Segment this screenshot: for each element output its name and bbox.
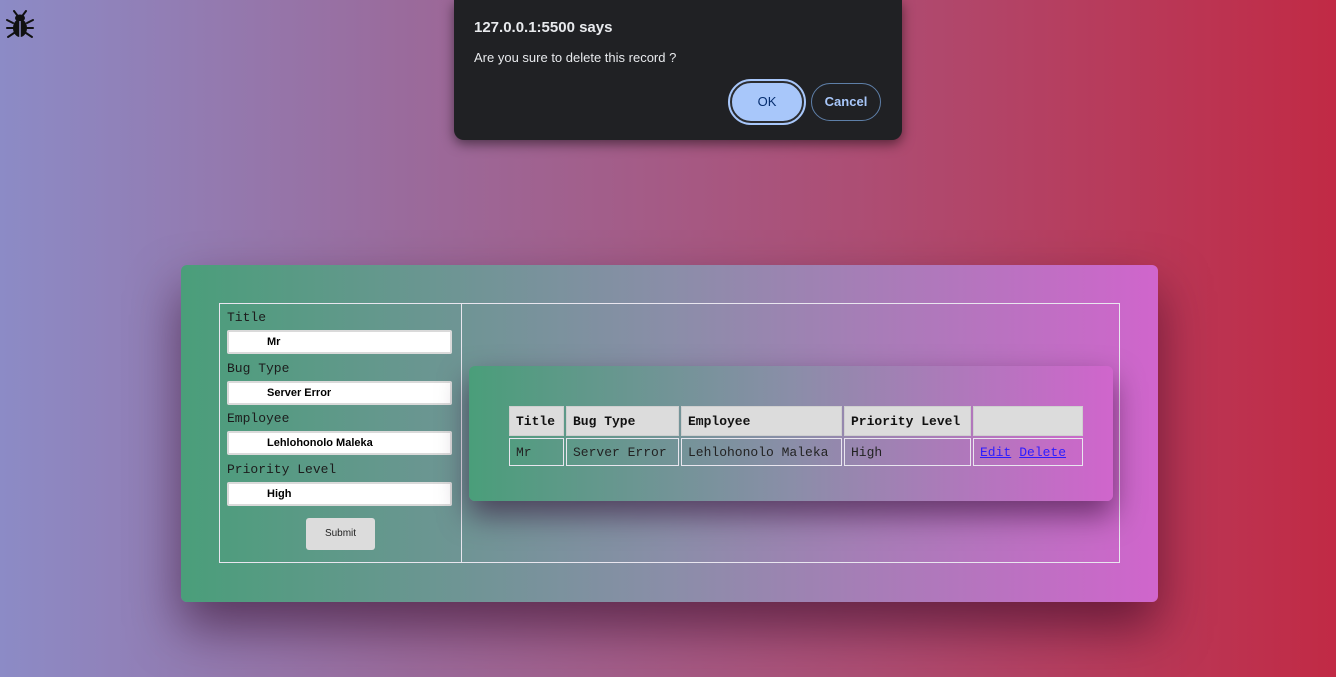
bug-type-input[interactable]: Server Error [227, 381, 452, 405]
edit-link[interactable]: Edit [980, 445, 1011, 460]
priority-label: Priority Level [227, 462, 337, 477]
bug-form: Title Mr Bug Type Server Error Employee … [220, 304, 462, 562]
header-bug-type: Bug Type [566, 406, 679, 436]
table-row: Mr Server Error Lehlohonolo Maleka High … [509, 438, 1083, 466]
header-priority: Priority Level [844, 406, 971, 436]
employee-input[interactable]: Lehlohonolo Maleka [227, 431, 452, 455]
cell-employee: Lehlohonolo Maleka [681, 438, 842, 466]
cell-bug-type: Server Error [566, 438, 679, 466]
cell-title: Mr [509, 438, 564, 466]
header-actions [973, 406, 1083, 436]
records-card: Title Bug Type Employee Priority Level M… [469, 366, 1113, 501]
cell-priority: High [844, 438, 971, 466]
confirm-dialog: 127.0.0.1:5500 says Are you sure to dele… [454, 0, 902, 140]
dialog-origin: 127.0.0.1:5500 says [474, 19, 613, 36]
header-title: Title [509, 406, 564, 436]
bug-icon [6, 10, 34, 38]
submit-button[interactable]: Submit [306, 518, 375, 550]
header-employee: Employee [681, 406, 842, 436]
ok-button[interactable]: OK [728, 79, 806, 125]
main-card: Title Mr Bug Type Server Error Employee … [181, 265, 1158, 602]
title-label: Title [227, 310, 267, 325]
table-header-row: Title Bug Type Employee Priority Level [509, 406, 1083, 436]
dialog-message: Are you sure to delete this record ? [474, 50, 677, 65]
records-table: Title Bug Type Employee Priority Level M… [507, 404, 1085, 468]
cell-actions: Edit Delete [973, 438, 1083, 466]
delete-link[interactable]: Delete [1019, 445, 1066, 460]
priority-input[interactable]: High [227, 482, 452, 506]
bug-type-label: Bug Type [227, 361, 290, 376]
employee-label: Employee [227, 411, 290, 426]
title-input[interactable]: Mr [227, 330, 452, 354]
cancel-button[interactable]: Cancel [811, 83, 881, 121]
